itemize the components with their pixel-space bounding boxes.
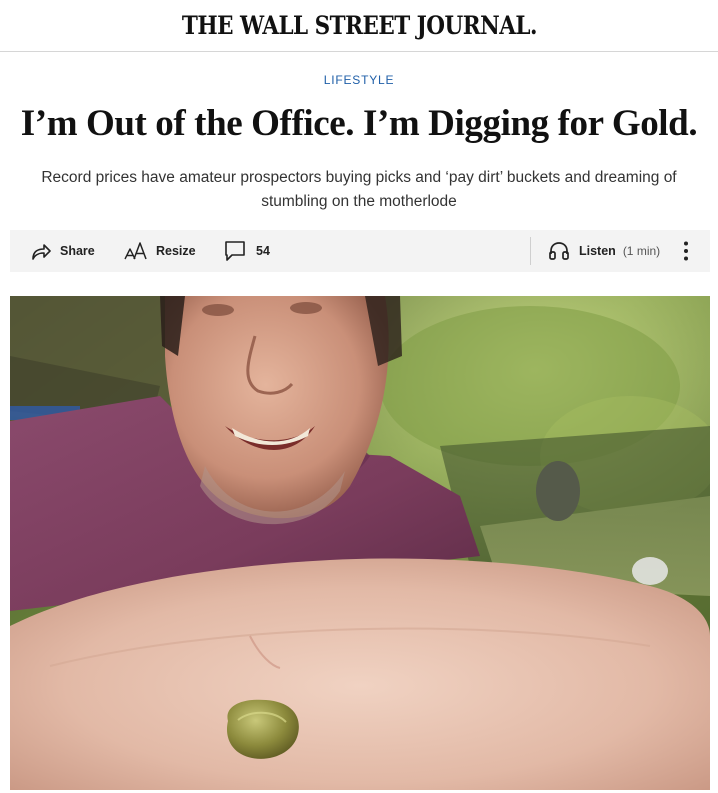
share-arrow-icon [30,241,52,261]
listen-duration: (1 min) [622,244,661,258]
comments-count: 54 [256,244,270,258]
resize-button[interactable]: Resize [124,230,196,272]
masthead: THE WALL STREET JOURNAL. [0,0,718,52]
article-dek: Record prices have amateur prospectors b… [40,166,678,214]
more-options-button[interactable] [678,230,694,272]
article-toolbar: Share Resize 54 Listen (1 min) [10,230,710,272]
vertical-ellipsis-icon [683,240,689,262]
headphones-icon [548,240,570,262]
article-dek-line-1: Record prices have amateur prospectors b… [41,169,677,186]
text-resize-icon [124,241,148,261]
resize-label: Resize [156,244,196,258]
toolbar-divider [530,237,531,265]
share-label: Share [60,244,95,258]
comments-button[interactable]: 54 [224,230,270,272]
article-dek-line-2: stumbling on the motherlode [261,193,457,210]
listen-button[interactable]: Listen (1 min) [548,230,660,272]
speech-bubble-icon [224,240,246,262]
share-button[interactable]: Share [30,230,95,272]
article-headline: I’m Out of the Office. I’m Digging for G… [20,103,698,144]
hero-photo-illustration [10,296,710,790]
section-label[interactable]: LIFESTYLE [0,73,718,87]
listen-label: Listen [579,244,616,258]
wsj-logo[interactable]: THE WALL STREET JOURNAL. [181,11,537,40]
hero-image [10,296,710,790]
